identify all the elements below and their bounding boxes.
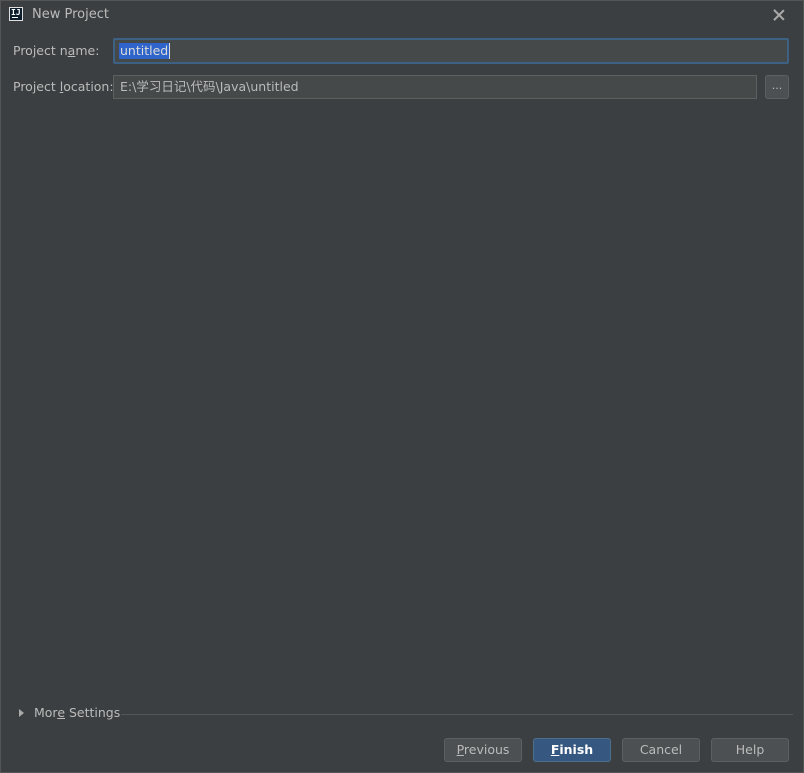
app-icon-text: IJ [11,8,21,17]
more-settings-divider [121,714,793,715]
project-name-label: Project name: [13,43,100,58]
project-name-input[interactable]: untitled [113,38,789,64]
cancel-button[interactable]: Cancel [622,738,700,762]
help-button[interactable]: Help [711,738,789,762]
title-bar[interactable]: IJ New Project [1,1,803,31]
project-name-selected-text: untitled [119,43,170,59]
text-caret [169,43,170,59]
new-project-dialog: IJ New Project Project name: untitled Pr… [0,0,804,773]
expand-triangle-icon [19,709,24,717]
close-icon[interactable] [771,7,787,23]
browse-button[interactable]: ... [765,75,789,99]
dialog-title: New Project [32,7,109,22]
intellij-app-icon: IJ [9,7,23,21]
more-settings-toggle[interactable]: More Settings [17,705,793,723]
finish-button[interactable]: Finish [533,738,611,762]
project-location-label: Project location: [13,79,114,94]
project-location-input[interactable]: E:\学习日记\代码\Java\untitled [113,75,757,99]
previous-button[interactable]: Previous [444,738,522,762]
more-settings-label: More Settings [34,705,121,720]
